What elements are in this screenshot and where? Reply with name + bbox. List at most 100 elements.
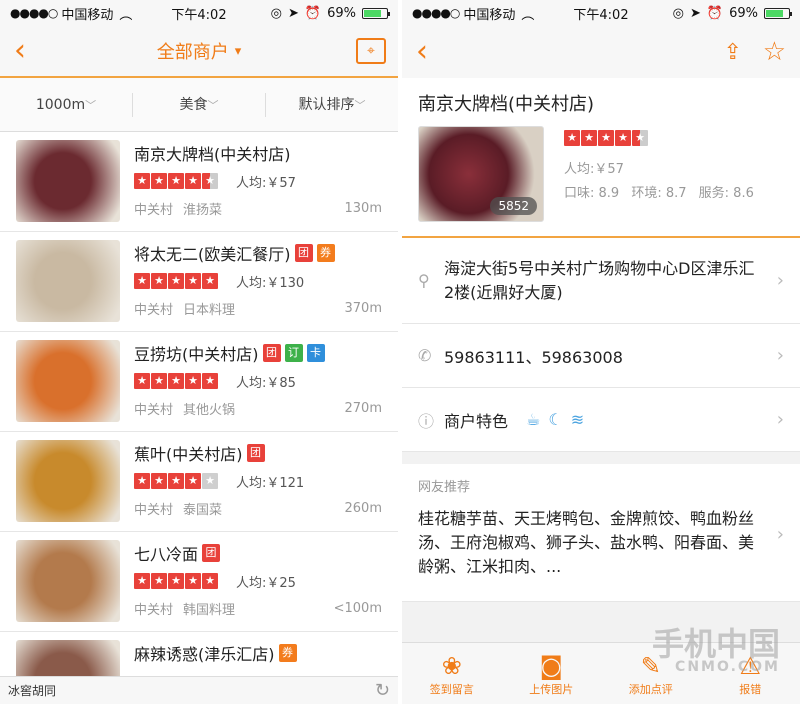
- chevron-down-icon: ▾: [234, 43, 242, 59]
- map-icon[interactable]: ⌖: [356, 38, 386, 64]
- star-icon: ★: [202, 373, 218, 389]
- restaurant-title: 南京大牌档(中关村店): [418, 94, 595, 115]
- location-icon: ➤: [288, 5, 299, 21]
- address-cell[interactable]: ⚲ 海淀大街5号中关村广场购物中心D区津乐汇2楼(近鼎好大厦) ›: [402, 238, 800, 324]
- wifi-icon: ︵: [119, 7, 133, 23]
- cuisine: 韩国料理: [183, 602, 236, 618]
- avg-price: 人均:￥121: [236, 475, 305, 491]
- checkin-label: 签到留言: [429, 683, 474, 696]
- recommendation-cell[interactable]: 网友推荐 桂花糖芋苗、天王烤鸭包、金牌煎饺、鸭血粉丝汤、王府泡椒鸡、狮子头、盐水…: [402, 464, 800, 602]
- star-icon: ★: [185, 273, 201, 289]
- distance-filter-label: 1000m: [35, 96, 86, 113]
- star-icon: ★: [632, 130, 648, 146]
- area: 中关村: [134, 402, 174, 418]
- star-icon: ★: [615, 130, 631, 146]
- battery-icon: [764, 7, 792, 19]
- lock-rotation-icon: ◎: [270, 5, 282, 21]
- star-icon: ★: [202, 273, 218, 289]
- battery-percent: 69%: [729, 5, 758, 21]
- merchant-filter-dropdown[interactable]: 全部商户 ▾: [157, 38, 242, 64]
- detail-header: 南京大牌档(中关村店) 5852 ★ ★ ★ ★ ★ 人均:￥57 口味: 8.9 环境…: [402, 78, 800, 238]
- restaurant-list-item[interactable]: 蕉叶(中关村店) 团 ★ ★ ★ ★ ★ 人均:￥121 中关村 泰国菜 260m: [0, 432, 398, 532]
- camera-icon: ◙: [539, 652, 563, 680]
- distance: 370m: [344, 300, 382, 316]
- category-filter-label: 美食: [179, 96, 208, 113]
- star-icon: ★: [202, 173, 218, 189]
- rating-stars: ★ ★ ★ ★ ★: [134, 373, 218, 389]
- address-text: 海淀大街5号中关村广场购物中心D区津乐汇2楼(近鼎好大厦): [444, 258, 755, 302]
- chevron-down-icon: ﹀: [354, 98, 366, 112]
- star-icon: ★: [185, 473, 201, 489]
- taste-score: 口味: 8.9: [564, 186, 620, 201]
- area: 中关村: [134, 202, 174, 218]
- phone-text: 59863111、59863008: [444, 347, 623, 367]
- star-icon: ★: [202, 573, 218, 589]
- share-icon[interactable]: ⇪: [724, 40, 742, 65]
- checkin-tab[interactable]: ❀ 签到留言: [402, 643, 502, 704]
- upload-label: 上传图片: [529, 683, 574, 696]
- refresh-icon[interactable]: ↻: [375, 680, 390, 701]
- cuisine: 泰国菜: [183, 502, 223, 518]
- restaurant-list-item[interactable]: 七八冷面团 ★ ★ ★ ★ ★ 人均:￥25 中关村 韩国料理 <100m: [0, 532, 398, 632]
- distance-filter[interactable]: 1000m﹀: [0, 92, 133, 117]
- sort-filter[interactable]: 默认排序﹀: [266, 93, 398, 117]
- restaurant-detail-screen: ●●●●○ 中国移动 ︵ 下午4:02 ◎ ➤ ⏰ 69% ‹ ⇪ ☆ 南京大牌…: [402, 0, 800, 704]
- rating-stars: ★ ★ ★ ★ ★: [134, 573, 218, 589]
- restaurant-list-item[interactable]: 将太无二(欧美汇餐厅) 团券 ★ ★ ★ ★ ★ 人均:￥130 中关村 日本料理 370m: [0, 232, 398, 332]
- rating-stars: ★ ★ ★ ★ ★: [134, 273, 218, 289]
- info-icon: ⓘ: [418, 411, 435, 431]
- deal-badge: 券: [278, 644, 297, 662]
- back-icon[interactable]: ‹: [402, 37, 442, 67]
- report-label: 报错: [739, 683, 762, 696]
- upload-photo-tab[interactable]: ◙ 上传图片: [502, 643, 602, 704]
- deal-badge: 团: [294, 244, 313, 262]
- restaurant-thumbnail: [16, 340, 120, 422]
- feature-cell[interactable]: ⓘ 商户特色 ☕☾≋ ›: [402, 388, 800, 452]
- cuisine: 日本料理: [183, 302, 236, 318]
- distance: 270m: [344, 400, 382, 416]
- star-icon: ★: [185, 373, 201, 389]
- filter-bar: 1000m﹀ 美食﹀ 默认排序﹀: [0, 78, 398, 132]
- wifi-icon: ︵: [521, 7, 535, 23]
- avg-price: 人均:￥57: [236, 175, 296, 191]
- wifi-icon: ≋: [570, 410, 593, 429]
- restaurant-name: 七八冷面: [134, 545, 199, 564]
- location-bar: 冰窖胡同 ↻: [0, 676, 398, 704]
- category-filter[interactable]: 美食﹀: [133, 92, 266, 117]
- star-icon: ★: [598, 130, 614, 146]
- chevron-right-icon: ›: [776, 345, 784, 366]
- star-icon: ★: [134, 373, 150, 389]
- deal-badge: 卡: [306, 344, 325, 362]
- star-icon: ★: [185, 573, 201, 589]
- cuisine: 淮扬菜: [183, 202, 223, 218]
- restaurant-photo[interactable]: 5852: [418, 126, 544, 222]
- recommendation-label: 网友推荐: [418, 480, 471, 495]
- watermark-title: 手机中国: [651, 625, 780, 663]
- restaurant-name: 南京大牌档(中关村店): [134, 145, 291, 164]
- distance: <100m: [333, 600, 382, 616]
- star-icon: ★: [134, 273, 150, 289]
- star-icon: ★: [134, 473, 150, 489]
- star-icon: ★: [185, 173, 201, 189]
- paw-icon: ❀: [441, 652, 462, 680]
- avg-price: 人均:￥85: [236, 375, 296, 391]
- restaurant-list-item[interactable]: 豆捞坊(中关村店) 团订卡 ★ ★ ★ ★ ★ 人均:￥85 中关村 其他火锅 270m: [0, 332, 398, 432]
- carrier-label: 中国移动: [61, 7, 114, 23]
- back-icon[interactable]: ‹: [0, 36, 40, 66]
- battery-percent: 69%: [327, 5, 356, 21]
- avg-price: 人均:￥25: [236, 575, 296, 591]
- avg-price: 人均:￥130: [236, 275, 305, 291]
- alarm-icon: ⏰: [304, 5, 322, 21]
- rating-stars: ★ ★ ★ ★ ★: [564, 130, 648, 146]
- review-label: 添加点评: [628, 683, 673, 696]
- favorite-star-icon[interactable]: ☆: [763, 37, 786, 67]
- chevron-right-icon: ›: [776, 409, 784, 430]
- signal-icon: ●●●●○: [10, 6, 58, 20]
- phone-cell[interactable]: ✆ 59863111、59863008 ›: [402, 324, 800, 388]
- sort-filter-label: 默认排序: [298, 96, 355, 113]
- chevron-right-icon: ›: [776, 524, 784, 545]
- restaurant-list-item[interactable]: 南京大牌档(中关村店) ★ ★ ★ ★ ★ 人均:￥57 中关村 淮扬菜 130m: [0, 132, 398, 232]
- restaurant-list-screen: ●●●●○ 中国移动 ︵ 下午4:02 ◎ ➤ ⏰ 69% ‹ 全部商户 ▾ ⌖…: [0, 0, 398, 704]
- deal-badge: 券: [316, 244, 335, 262]
- star-icon: ★: [581, 130, 597, 146]
